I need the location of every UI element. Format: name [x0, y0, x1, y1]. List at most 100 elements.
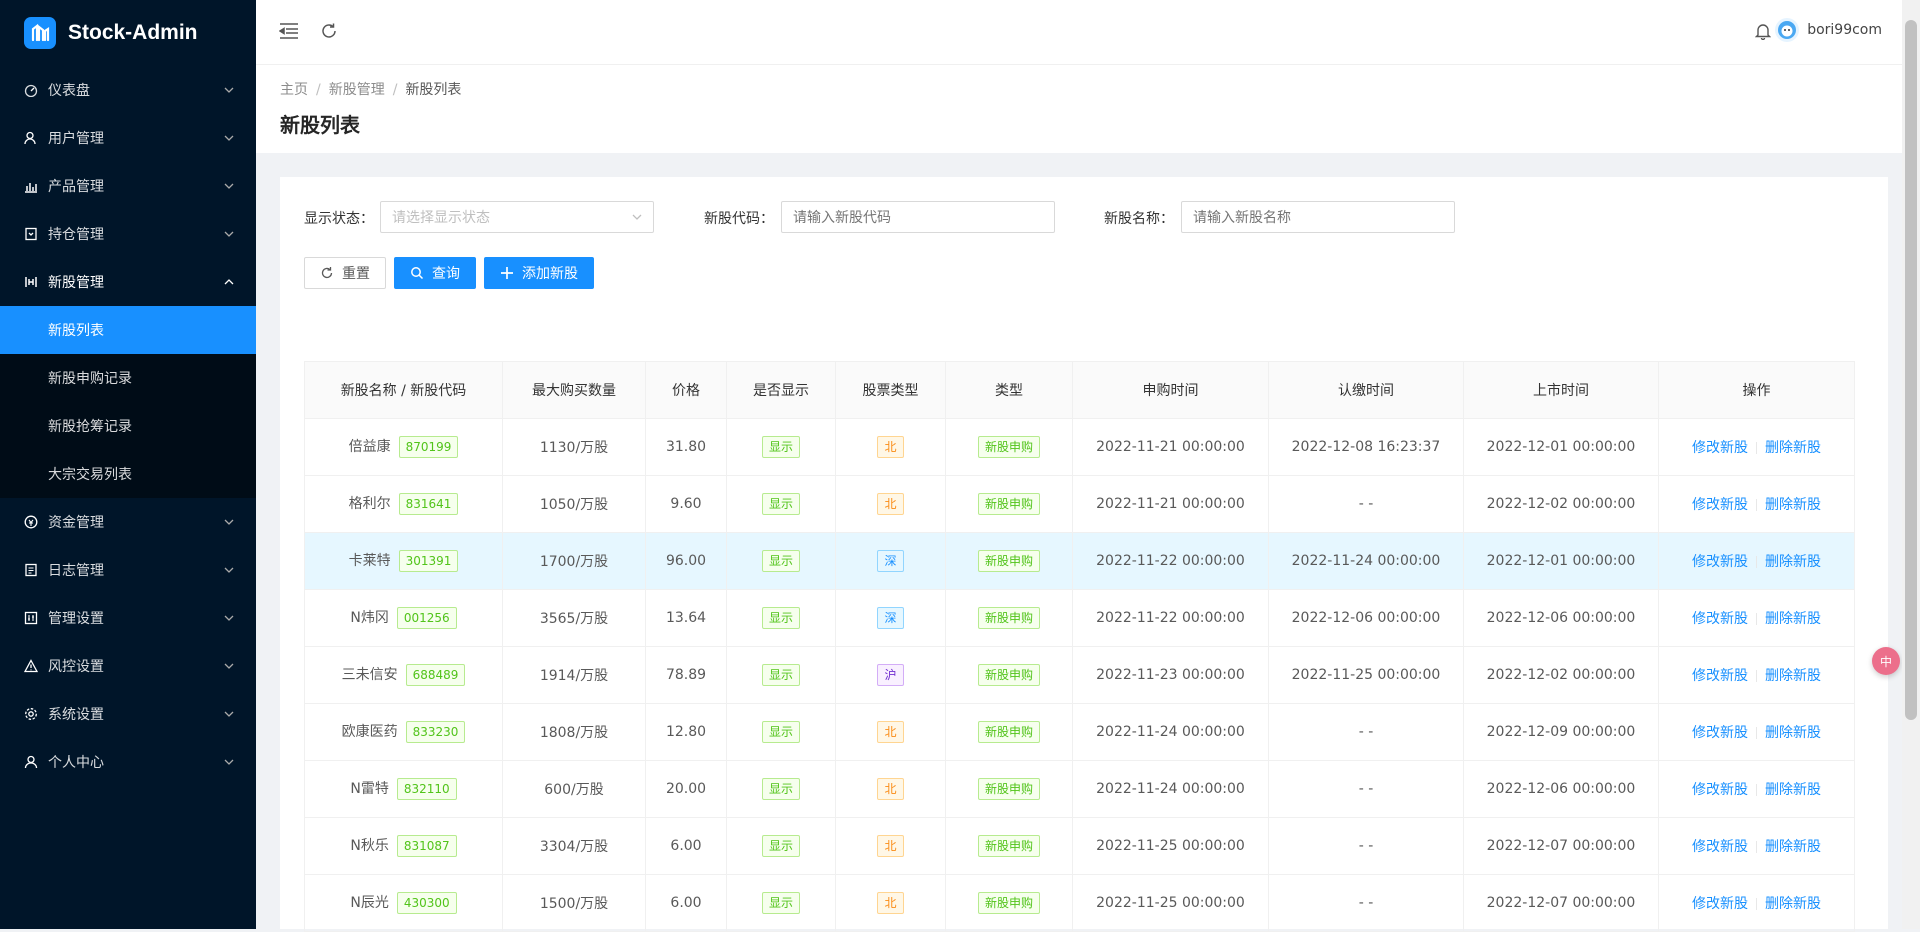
table-cell: 2022-12-07 00:00:00	[1463, 874, 1659, 932]
delete-ipo-link[interactable]: 删除新股	[1765, 725, 1821, 741]
table-cell: 卡莱特 301391	[304, 532, 503, 590]
table-cell: N雷特 832110	[304, 760, 503, 818]
ipo-name: N炜冈	[350, 610, 389, 626]
delete-ipo-link[interactable]: 删除新股	[1765, 782, 1821, 798]
ipo-code-tag: 688489	[405, 664, 466, 686]
refresh-icon[interactable]	[318, 20, 340, 42]
sidebar-item-ipo-list[interactable]: 新股列表	[0, 306, 256, 354]
edit-ipo-link[interactable]: 修改新股	[1692, 839, 1748, 855]
tag: 新股申购	[977, 892, 1040, 914]
table-row[interactable]: 倍益康 870199 1130/万股 31.80 显示 北 新股申购 2022-11-21 0…	[304, 418, 1855, 476]
table-row[interactable]: 欧康医药 833230 1808/万股 12.80 显示 北 新股申购 2022-11-24 …	[304, 703, 1855, 761]
table-cell: 96.00	[645, 532, 727, 590]
table-row[interactable]: N辰光 430300 1500/万股 6.00 显示 北 新股申购 2022-11-25 00…	[304, 874, 1855, 932]
table-row[interactable]: 格利尔 831641 1050/万股 9.60 显示 北 新股申购 2022-11-21 00…	[304, 475, 1855, 533]
sidebar-item-label: 新股抢筹记录	[48, 419, 132, 435]
delete-ipo-link[interactable]: 删除新股	[1765, 554, 1821, 570]
sidebar-item-profile[interactable]: 个人中心	[0, 738, 256, 786]
ipo-name: N雷特	[350, 781, 389, 797]
sidebar-item-ipo-grabs[interactable]: 新股抢筹记录	[0, 402, 256, 450]
table-cell: 3304/万股	[502, 817, 646, 875]
table-row[interactable]: 三未信安 688489 1914/万股 78.89 显示 沪 新股申购 2022-11-23 …	[304, 646, 1855, 704]
sidebar-item-users[interactable]: 用户管理	[0, 114, 256, 162]
table-row[interactable]: 卡莱特 301391 1700/万股 96.00 显示 深 新股申购 2022-11-22 0…	[304, 532, 1855, 590]
delete-ipo-link[interactable]: 删除新股	[1765, 440, 1821, 456]
breadcrumb-separator: /	[392, 82, 398, 98]
table-body: 倍益康 870199 1130/万股 31.80 显示北新股申购 2022-11-21 0…	[304, 418, 1855, 932]
edit-ipo-link[interactable]: 修改新股	[1692, 725, 1748, 741]
content-card: 显示状态： 请选择显示状态 新股代码： 新股名称： 重置 查询 添加新股	[280, 177, 1888, 932]
status-select[interactable]: 请选择显示状态	[380, 201, 654, 233]
bell-icon[interactable]	[1752, 20, 1774, 42]
edit-ipo-link[interactable]: 修改新股	[1692, 782, 1748, 798]
sidebar-item-ipo-subscriptions[interactable]: 新股申购记录	[0, 354, 256, 402]
tag: 北	[877, 778, 904, 800]
table-cell: 2022-11-21 00:00:00	[1072, 475, 1269, 533]
sidebar-item-block-trades[interactable]: 大宗交易列表	[0, 450, 256, 498]
delete-ipo-link[interactable]: 删除新股	[1765, 611, 1821, 627]
sidebar-item-products[interactable]: 产品管理	[0, 162, 256, 210]
table-cell: 2022-12-01 00:00:00	[1463, 532, 1659, 590]
table-row[interactable]: N雷特 832110 600/万股 20.00 显示 北 新股申购 2022-11-24 00…	[304, 760, 1855, 818]
menu-fold-icon[interactable]	[278, 20, 300, 42]
sidebar-item-system-settings[interactable]: 系统设置	[0, 690, 256, 738]
table-cell: 显示	[726, 589, 836, 647]
translate-widget[interactable]: 中	[1872, 647, 1900, 675]
table-row[interactable]: N秋乐 831087 3304/万股 6.00 显示 北 新股申购 2022-11-25 00…	[304, 817, 1855, 875]
tag: 深	[877, 607, 904, 629]
user-menu[interactable]: bori99com	[1775, 18, 1882, 42]
search-button[interactable]: 查询	[394, 257, 476, 289]
scrollbar[interactable]	[1902, 0, 1920, 929]
breadcrumb-parent[interactable]: 新股管理	[329, 82, 385, 98]
sidebar-item-dashboard[interactable]: 仪表盘	[0, 66, 256, 114]
sidebar-item-positions[interactable]: 持仓管理	[0, 210, 256, 258]
delete-ipo-link[interactable]: 删除新股	[1765, 668, 1821, 684]
tag: 北	[877, 436, 904, 458]
sidebar-item-label: 产品管理	[48, 179, 104, 195]
tag: 新股申购	[977, 493, 1040, 515]
tag: 北	[877, 721, 904, 743]
edit-ipo-link[interactable]: 修改新股	[1692, 497, 1748, 513]
table-cell: 新股申购	[945, 532, 1073, 590]
sidebar-item-logs[interactable]: 日志管理	[0, 546, 256, 594]
name-input[interactable]	[1181, 201, 1455, 233]
table-cell: N秋乐 831087	[304, 817, 503, 875]
sidebar-item-risk-settings[interactable]: 风控设置	[0, 642, 256, 690]
code-input[interactable]	[781, 201, 1055, 233]
breadcrumb-home[interactable]: 主页	[280, 82, 308, 98]
sidebar-item-label: 新股管理	[48, 275, 104, 291]
sidebar-item-label: 日志管理	[48, 563, 104, 579]
delete-ipo-link[interactable]: 删除新股	[1765, 497, 1821, 513]
delete-ipo-link[interactable]: 删除新股	[1765, 896, 1821, 912]
table-cell: 6.00	[645, 874, 727, 932]
table-cell: 修改新股 删除新股	[1658, 589, 1855, 647]
table-cell: 修改新股 删除新股	[1658, 703, 1855, 761]
tag: 新股申购	[977, 778, 1040, 800]
table-cell: 2022-12-06 00:00:00	[1268, 589, 1464, 647]
chevron-down-icon	[224, 87, 234, 93]
reset-button[interactable]: 重置	[304, 257, 386, 289]
edit-ipo-link[interactable]: 修改新股	[1692, 611, 1748, 627]
scrollbar-thumb[interactable]	[1905, 20, 1917, 720]
logo[interactable]: Stock-Admin	[0, 0, 256, 66]
chevron-down-icon	[632, 214, 642, 220]
tag: 沪	[877, 664, 904, 686]
edit-ipo-link[interactable]: 修改新股	[1692, 440, 1748, 456]
add-ipo-button[interactable]: 添加新股	[484, 257, 594, 289]
table-cell: 20.00	[645, 760, 727, 818]
delete-ipo-link[interactable]: 删除新股	[1765, 839, 1821, 855]
edit-ipo-link[interactable]: 修改新股	[1692, 668, 1748, 684]
tag: 显示	[761, 721, 800, 743]
sidebar-item-admin-settings[interactable]: 管理设置	[0, 594, 256, 642]
sidebar-item-ipo[interactable]: 新股管理	[0, 258, 256, 306]
table-cell: 显示	[726, 532, 836, 590]
ipo-name: 三未信安	[341, 667, 398, 683]
sidebar-item-label: 仪表盘	[48, 83, 90, 99]
edit-ipo-link[interactable]: 修改新股	[1692, 896, 1748, 912]
chevron-down-icon	[224, 567, 234, 573]
table-row[interactable]: N炜冈 001256 3565/万股 13.64 显示 深 新股申购 2022-11-22 0…	[304, 589, 1855, 647]
sidebar-item-funds[interactable]: 资金管理	[0, 498, 256, 546]
sidebar-item-label: 大宗交易列表	[48, 467, 132, 483]
search-icon	[410, 266, 424, 280]
edit-ipo-link[interactable]: 修改新股	[1692, 554, 1748, 570]
